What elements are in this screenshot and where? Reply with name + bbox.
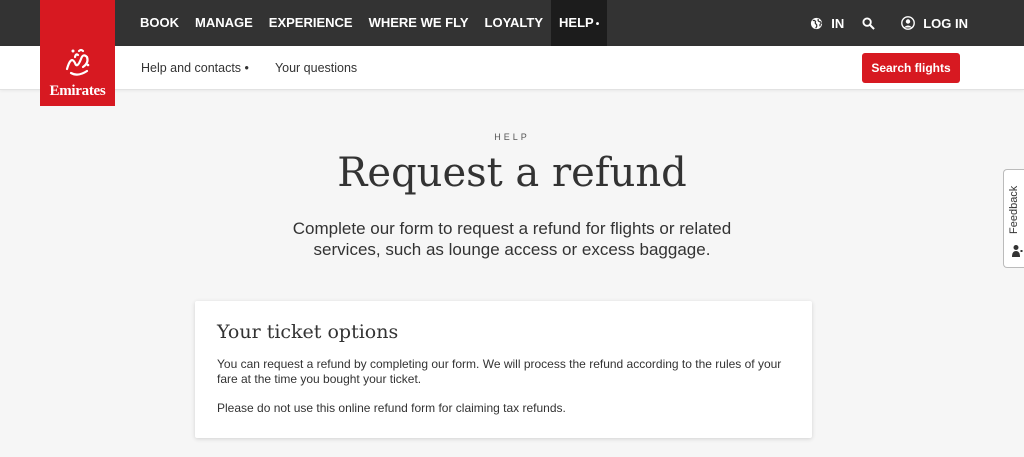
user-icon bbox=[901, 16, 916, 30]
login-button[interactable]: LOG IN bbox=[901, 16, 968, 31]
feedback-tab[interactable]: Feedback bbox=[1003, 169, 1024, 268]
card-paragraph: You can request a refund by completing o… bbox=[217, 357, 782, 386]
nav-experience[interactable]: EXPERIENCE bbox=[261, 0, 361, 46]
country-selector[interactable]: IN bbox=[810, 16, 844, 31]
card-paragraph: Please do not use this online refund for… bbox=[217, 401, 566, 415]
ticket-options-card: Your ticket options You can request a re… bbox=[195, 301, 812, 438]
search-flights-button[interactable]: Search flights bbox=[862, 53, 960, 83]
active-indicator: • bbox=[595, 19, 600, 30]
search-button[interactable] bbox=[862, 16, 883, 30]
globe-icon bbox=[811, 17, 823, 29]
emirates-logo[interactable]: Emirates bbox=[40, 0, 115, 106]
feedback-label: Feedback bbox=[1008, 185, 1020, 234]
subnav-help-and-contacts[interactable]: Help and contacts • bbox=[141, 61, 249, 75]
nav-where-we-fly[interactable]: WHERE WE FLY bbox=[361, 0, 477, 46]
subnav-marker: • bbox=[244, 60, 249, 75]
card-title: Your ticket options bbox=[217, 321, 399, 343]
nav-help-label: HELP bbox=[559, 15, 594, 30]
secondary-nav: Help and contacts • Your questions bbox=[141, 46, 383, 89]
nav-book[interactable]: BOOK bbox=[132, 0, 187, 46]
secondary-nav-bar: Help and contacts • Your questions Searc… bbox=[0, 46, 1024, 90]
search-icon bbox=[862, 16, 876, 30]
nav-loyalty[interactable]: LOYALTY bbox=[477, 0, 552, 46]
nav-manage[interactable]: MANAGE bbox=[187, 0, 261, 46]
main-nav: BOOK MANAGE EXPERIENCE WHERE WE FLY LOYA… bbox=[132, 0, 608, 46]
subnav-your-questions[interactable]: Your questions bbox=[275, 61, 357, 75]
person-icon bbox=[1012, 245, 1023, 257]
top-navigation-bar: BOOK MANAGE EXPERIENCE WHERE WE FLY LOYA… bbox=[0, 0, 1024, 46]
utility-nav: IN LOG IN bbox=[792, 0, 968, 46]
emirates-calligraphy-icon bbox=[65, 48, 89, 76]
subnav-help-label: Help and contacts bbox=[141, 60, 242, 75]
nav-help[interactable]: HELP • bbox=[551, 0, 608, 46]
page-intro: Complete our form to request a refund fo… bbox=[292, 219, 732, 259]
page-title: Request a refund bbox=[337, 150, 687, 196]
login-label: LOG IN bbox=[923, 15, 968, 31]
section-eyebrow: HELP bbox=[494, 132, 530, 142]
country-label: IN bbox=[831, 15, 845, 31]
logo-wordmark: Emirates bbox=[49, 83, 106, 99]
